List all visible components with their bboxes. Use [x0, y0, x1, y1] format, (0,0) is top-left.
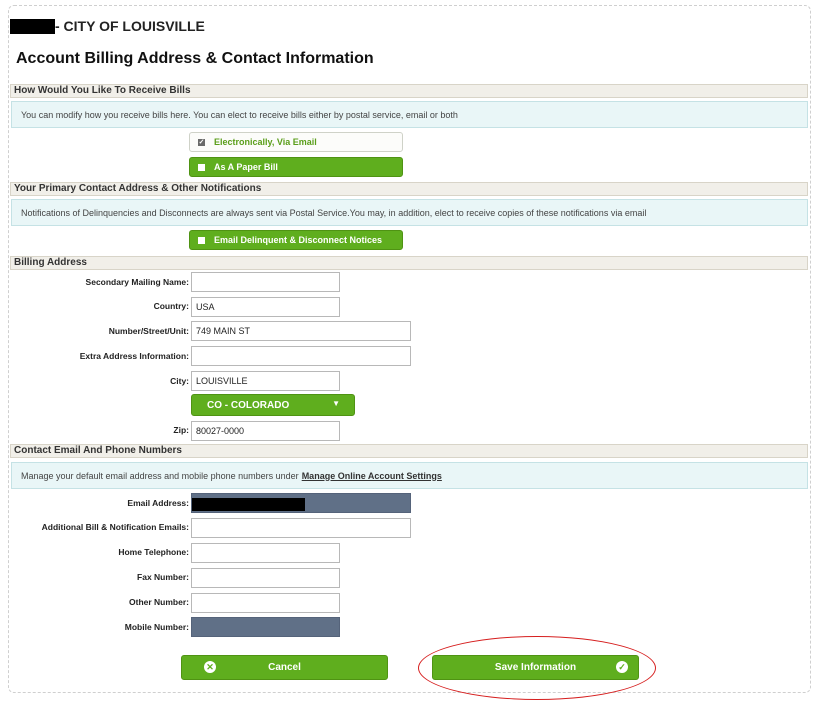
city-input[interactable]	[191, 371, 340, 391]
city-field-label: City:	[170, 376, 189, 386]
redacted-block	[10, 18, 55, 34]
section-contact: Contact Email And Phone Numbers	[10, 444, 808, 458]
other-number-label: Other Number:	[129, 597, 189, 607]
mobile-input[interactable]	[191, 617, 340, 637]
save-information-button[interactable]: Save Information ✓	[432, 655, 639, 680]
country-input[interactable]	[191, 297, 340, 317]
zip-label: Zip:	[173, 425, 189, 435]
additional-emails-label: Additional Bill & Notification Emails:	[41, 522, 189, 532]
redacted-email	[192, 498, 305, 511]
home-telephone-label: Home Telephone:	[118, 547, 189, 557]
zip-input[interactable]	[191, 421, 340, 441]
receive-bills-info: You can modify how you receive bills her…	[11, 101, 808, 128]
option-label: As A Paper Bill	[214, 162, 278, 172]
check-circle-icon: ✓	[616, 661, 628, 673]
extra-address-label: Extra Address Information:	[79, 351, 189, 361]
additional-emails-input[interactable]	[191, 518, 411, 538]
unchecked-checkbox-icon[interactable]	[198, 163, 205, 171]
fax-label: Fax Number:	[137, 572, 189, 582]
secondary-name-label: Secondary Mailing Name:	[85, 277, 189, 287]
caret-down-icon: ▼	[332, 399, 340, 408]
extra-address-input[interactable]	[191, 346, 411, 366]
unchecked-checkbox-icon[interactable]	[198, 236, 205, 244]
street-input[interactable]	[191, 321, 411, 341]
city-label: - CITY OF LOUISVILLE	[55, 18, 205, 34]
contact-info: Manage your default email address and mo…	[11, 462, 808, 489]
cancel-button-label: Cancel	[268, 662, 301, 673]
fax-input[interactable]	[191, 568, 340, 588]
state-selected-value: CO - COLORADO	[207, 399, 290, 411]
country-label: Country:	[153, 301, 189, 311]
home-telephone-input[interactable]	[191, 543, 340, 563]
option-email-delinquent[interactable]: Email Delinquent & Disconnect Notices	[189, 230, 403, 250]
checked-checkbox-icon[interactable]: ✓	[198, 138, 205, 146]
section-primary-contact: Your Primary Contact Address & Other Not…	[10, 182, 808, 196]
other-number-input[interactable]	[191, 593, 340, 613]
manage-account-settings-link[interactable]: Manage Online Account Settings	[302, 471, 442, 481]
page-header: - CITY OF LOUISVILLE	[10, 18, 205, 34]
street-label: Number/Street/Unit:	[108, 326, 189, 336]
option-label: Electronically, Via Email	[214, 137, 317, 147]
mobile-label: Mobile Number:	[124, 622, 189, 632]
contact-info-text: Manage your default email address and mo…	[21, 470, 299, 481]
notifications-info: Notifications of Delinquencies and Disco…	[11, 199, 808, 226]
section-billing-address: Billing Address	[10, 256, 808, 270]
cancel-x-icon: ✕	[204, 661, 216, 673]
save-button-label: Save Information	[494, 662, 577, 673]
cancel-button[interactable]: ✕ Cancel	[181, 655, 388, 680]
secondary-name-input[interactable]	[191, 272, 340, 292]
state-select[interactable]: CO - COLORADO ▼	[191, 394, 355, 416]
option-paper-bill[interactable]: As A Paper Bill	[189, 157, 403, 177]
page-title: Account Billing Address & Contact Inform…	[16, 50, 374, 67]
option-electronic-email[interactable]: ✓ Electronically, Via Email	[189, 132, 403, 152]
section-receive-bills: How Would You Like To Receive Bills	[10, 84, 808, 98]
email-label: Email Address:	[127, 498, 189, 508]
option-label: Email Delinquent & Disconnect Notices	[214, 235, 383, 245]
